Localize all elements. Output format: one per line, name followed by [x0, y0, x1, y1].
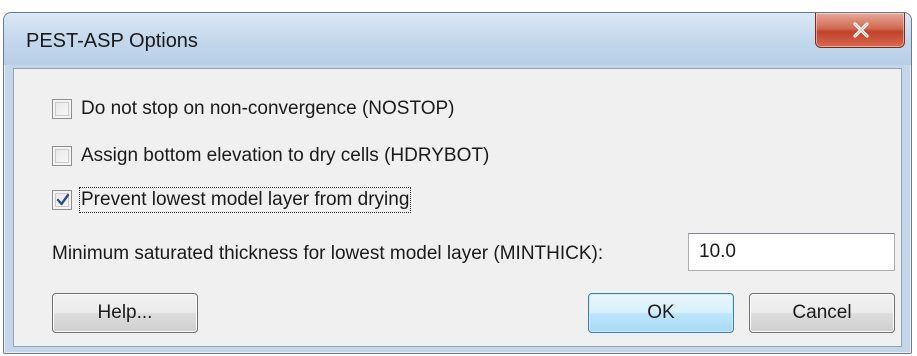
ok-button[interactable]: OK — [588, 293, 734, 333]
prevent-drying-option[interactable]: Prevent lowest model layer from drying — [52, 187, 412, 213]
minthick-input[interactable] — [688, 233, 895, 271]
close-button[interactable] — [815, 13, 905, 48]
dialog-title: PEST-ASP Options — [26, 30, 198, 52]
dialog-client-area: Do not stop on non-convergence (NOSTOP) … — [13, 68, 902, 347]
minthick-label: Minimum saturated thickness for lowest m… — [52, 243, 604, 264]
hdrybot-label: Assign bottom elevation to dry cells (HD… — [81, 145, 490, 166]
hdrybot-option[interactable]: Assign bottom elevation to dry cells (HD… — [52, 143, 489, 169]
checkmark-icon — [56, 193, 70, 206]
hdrybot-checkbox[interactable] — [52, 146, 72, 166]
title-bar[interactable]: PEST-ASP Options — [4, 13, 911, 65]
options-dialog: PEST-ASP Options Do not stop on non-conv… — [3, 12, 912, 354]
help-button[interactable]: Help... — [52, 293, 198, 333]
nostop-checkbox[interactable] — [52, 99, 72, 119]
nostop-label: Do not stop on non-convergence (NOSTOP) — [81, 98, 455, 119]
prevent-drying-checkbox[interactable] — [52, 190, 72, 210]
close-icon — [853, 22, 869, 38]
cancel-button[interactable]: Cancel — [749, 293, 895, 333]
prevent-drying-label: Prevent lowest model layer from drying — [78, 187, 412, 213]
nostop-option[interactable]: Do not stop on non-convergence (NOSTOP) — [52, 96, 455, 122]
